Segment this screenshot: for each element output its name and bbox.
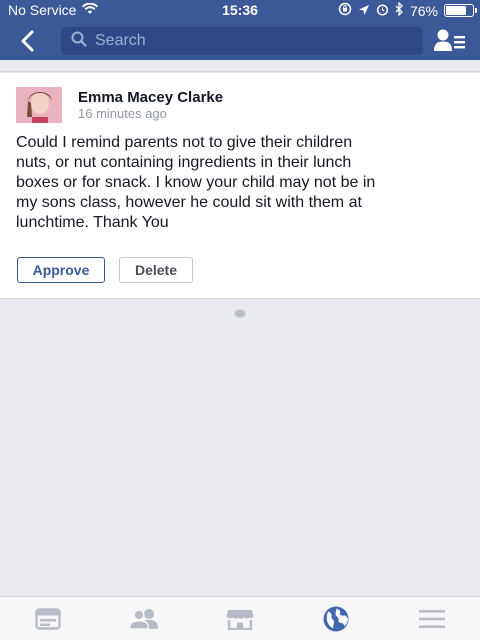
pending-post-card: Emma Macey Clarke 16 minutes ago Could I… <box>0 73 480 299</box>
tab-news-feed[interactable] <box>0 597 96 640</box>
battery-tip <box>475 8 477 13</box>
news-feed-icon <box>35 607 61 630</box>
search-input[interactable]: Search <box>61 27 423 55</box>
post-line: lunchtime. Thank You <box>16 214 169 231</box>
bottom-tab-bar <box>0 596 480 640</box>
bluetooth-icon <box>395 1 404 19</box>
back-arrow-icon <box>21 30 34 52</box>
approve-button[interactable]: Approve <box>17 257 105 283</box>
loading-spinner <box>234 309 246 318</box>
tab-notifications[interactable] <box>288 597 384 640</box>
post-body: Could I remind parents not to give their… <box>16 133 466 233</box>
menu-icon <box>419 609 445 628</box>
search-icon <box>71 31 87 52</box>
battery-icon <box>444 4 477 17</box>
post-author-name[interactable]: Emma Macey Clarke <box>78 89 223 106</box>
tab-menu[interactable] <box>384 597 480 640</box>
profile-photo <box>16 87 62 123</box>
search-placeholder: Search <box>95 32 146 49</box>
status-right: 76% <box>338 1 477 19</box>
delete-button[interactable]: Delete <box>119 257 193 283</box>
friend-requests-icon <box>434 29 465 51</box>
rotation-lock-icon <box>338 2 352 19</box>
marketplace-icon <box>226 609 254 630</box>
tab-marketplace[interactable] <box>192 597 288 640</box>
globe-notifications-icon <box>323 606 349 631</box>
back-button[interactable] <box>16 29 40 53</box>
avatar[interactable] <box>16 87 62 123</box>
tab-friends[interactable] <box>96 597 192 640</box>
post-line: nuts, or nut containing ingredients in t… <box>16 154 352 171</box>
post-line: my sons class, however he could sit with… <box>16 194 362 211</box>
friends-icon <box>129 608 158 630</box>
alarm-icon <box>376 3 389 19</box>
post-line: boxes or for snack. I know your child ma… <box>16 174 376 191</box>
battery-percent: 76% <box>409 2 438 19</box>
post-line: Could I remind parents not to give their… <box>16 134 353 151</box>
top-navigation-bar: Search <box>0 22 480 60</box>
battery-level <box>446 6 466 15</box>
feed-separator <box>0 60 480 72</box>
friend-requests-button[interactable] <box>434 28 466 54</box>
post-timestamp[interactable]: 16 minutes ago <box>78 106 167 121</box>
status-bar: No Service 15:36 76% <box>0 0 480 22</box>
location-icon <box>358 3 370 19</box>
